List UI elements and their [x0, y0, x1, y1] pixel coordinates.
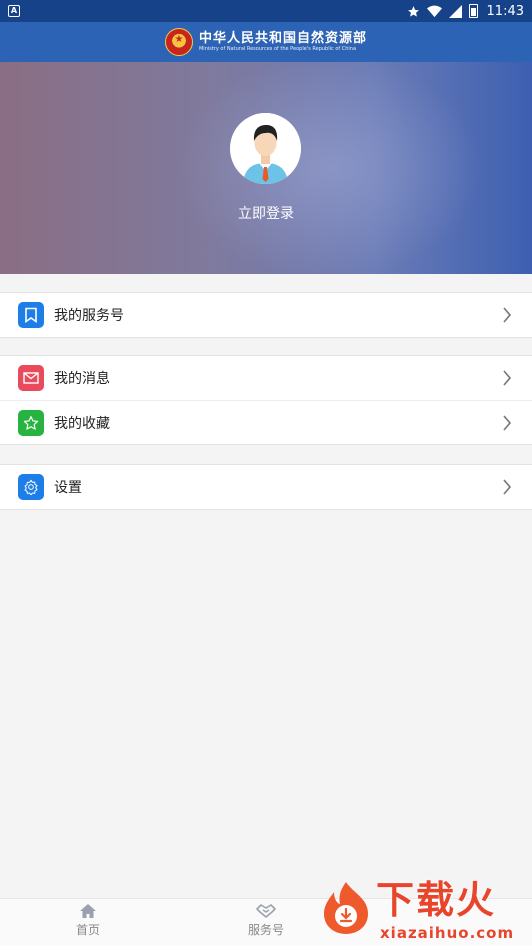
avatar[interactable]: [230, 113, 301, 184]
menu-label: 设置: [54, 480, 82, 496]
chevron-right-icon: [503, 415, 512, 431]
menu-label: 我的消息: [54, 371, 110, 387]
watermark: 下载火 xiazaihuo.com: [312, 876, 532, 946]
nav-item-service[interactable]: 服务号: [226, 903, 306, 938]
menu-group-settings: 设置: [0, 464, 532, 510]
title-bar: 中华人民共和国自然资源部 Ministry of Natural Resourc…: [0, 22, 532, 62]
user-avatar-icon: [230, 113, 301, 184]
nav-item-home[interactable]: 首页: [48, 903, 128, 938]
home-icon: [80, 904, 96, 918]
app-title: 中华人民共和国自然资源部: [198, 31, 367, 46]
chevron-right-icon: [503, 307, 512, 323]
status-bar: A 11:43: [0, 0, 532, 22]
chevron-right-icon: [503, 370, 512, 386]
menu-label: 我的收藏: [54, 415, 110, 432]
watermark-domain: xiazaihuo.com: [380, 924, 515, 942]
handshake-icon: [256, 904, 276, 918]
menu-group-personal: 我的消息 我的收藏: [0, 355, 532, 445]
menu-item-service[interactable]: 我的服务号: [0, 293, 532, 337]
star-icon: [18, 409, 44, 436]
gear-icon: [18, 474, 44, 500]
profile-header: 立即登录: [0, 62, 532, 274]
star-status-icon: [407, 5, 419, 17]
signal-icon: [448, 4, 462, 18]
menu-item-settings[interactable]: 设置: [0, 465, 532, 509]
menu-group-service: 我的服务号: [0, 292, 532, 338]
menu-item-favorites[interactable]: 我的收藏: [0, 400, 532, 444]
wifi-icon: [426, 5, 442, 17]
mail-icon: [18, 365, 44, 391]
clock: 11:43: [486, 3, 524, 19]
download-fire-logo-icon: [324, 882, 368, 934]
menu-item-messages[interactable]: 我的消息: [0, 356, 532, 400]
nav-label: 服务号: [247, 923, 284, 937]
menu-label: 我的服务号: [54, 308, 124, 324]
bookmark-icon: [18, 302, 44, 328]
watermark-text: 下载火: [376, 878, 497, 922]
app-subtitle: Ministry of Natural Resources of the Peo…: [198, 46, 357, 52]
battery-icon: [468, 4, 478, 18]
chevron-right-icon: [503, 479, 512, 495]
national-emblem-icon: [164, 28, 193, 56]
nav-label: 首页: [75, 923, 100, 937]
notification-icon: A: [8, 5, 20, 17]
login-link[interactable]: 立即登录: [0, 203, 532, 223]
